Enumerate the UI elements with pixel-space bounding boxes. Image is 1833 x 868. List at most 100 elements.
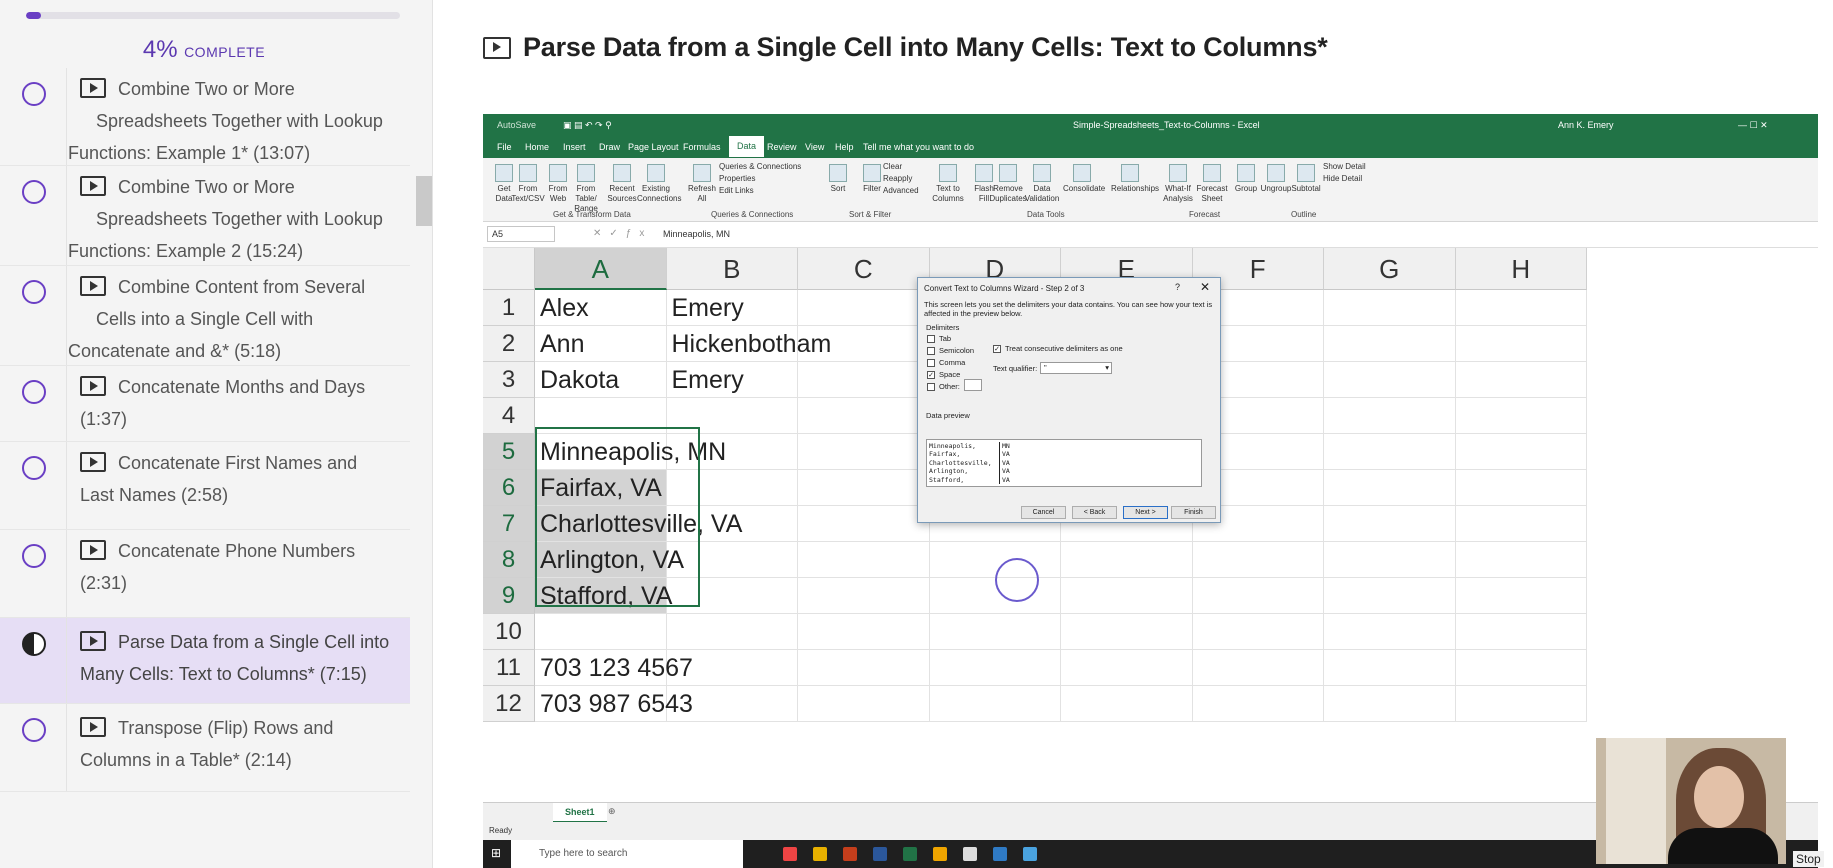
row-header[interactable]: 11 <box>483 650 535 686</box>
cell[interactable] <box>535 614 667 650</box>
cell[interactable] <box>1455 398 1587 434</box>
cell[interactable] <box>666 506 798 542</box>
checkbox-icon[interactable] <box>927 382 935 391</box>
cell[interactable] <box>798 290 930 326</box>
ribbon-button[interactable]: Forecast Sheet <box>1193 160 1231 204</box>
ribbon-small-button[interactable]: Clear <box>883 162 902 172</box>
cell[interactable]: Hickenbotham <box>666 326 831 362</box>
ribbon-small-button[interactable]: Hide Detail <box>1323 174 1362 184</box>
cancel-button[interactable]: Cancel <box>1021 506 1066 519</box>
cell[interactable] <box>1324 362 1456 398</box>
cell[interactable] <box>1455 578 1587 614</box>
lesson-item[interactable]: Concatenate Months and Days (1:37) <box>0 366 410 442</box>
cell[interactable] <box>798 578 930 614</box>
cell[interactable] <box>1455 434 1587 470</box>
folder-icon[interactable] <box>813 847 827 861</box>
menu-tab-insert[interactable]: Insert <box>563 142 586 152</box>
cell[interactable] <box>1455 686 1587 722</box>
lesson-item[interactable]: Parse Data from a Single Cell into Many C… <box>0 618 410 704</box>
ribbon-button[interactable]: Recent Sources <box>603 160 641 204</box>
taskbar-search[interactable]: Type here to search <box>511 840 743 868</box>
cell[interactable] <box>798 686 930 722</box>
cell[interactable]: Minneapolis, MN <box>535 434 726 470</box>
next-button[interactable]: Next > <box>1123 506 1168 519</box>
cell[interactable]: Charlottesville, VA <box>535 506 742 542</box>
cell[interactable]: Arlington, VA <box>535 542 684 578</box>
cell[interactable] <box>1455 326 1587 362</box>
cell[interactable] <box>1192 542 1324 578</box>
app-icon[interactable] <box>963 847 977 861</box>
lesson-item[interactable]: Combine Content from Several Cells into a… <box>0 266 410 366</box>
checkbox-icon[interactable]: ✓ <box>993 344 1001 353</box>
ribbon-button[interactable]: Remove Duplicates <box>989 160 1027 204</box>
checkbox-icon[interactable] <box>927 346 935 355</box>
cell[interactable]: 703 987 6543 <box>535 686 693 722</box>
menu-tab-view[interactable]: View <box>805 142 824 152</box>
cell[interactable] <box>1061 578 1193 614</box>
windows-start-icon[interactable]: ⊞ <box>491 846 501 860</box>
column-header[interactable]: G <box>1324 248 1456 290</box>
finish-button[interactable]: Finish <box>1171 506 1216 519</box>
cell[interactable] <box>666 614 798 650</box>
data-preview[interactable]: Minneapolis, Fairfax, Charlottesville, Arli… <box>926 439 1202 487</box>
ribbon-button[interactable]: Consolidate <box>1063 160 1105 194</box>
cell[interactable] <box>1324 326 1456 362</box>
checkbox-icon[interactable] <box>927 358 935 367</box>
user-name[interactable]: Ann K. Emery <box>1558 120 1614 130</box>
sidebar-scrollbar[interactable] <box>416 176 432 226</box>
menu-tab-home[interactable]: Home <box>525 142 549 152</box>
row-header[interactable]: 4 <box>483 398 535 434</box>
cell[interactable] <box>1324 686 1456 722</box>
cell[interactable] <box>535 398 667 434</box>
word-icon[interactable] <box>873 847 887 861</box>
add-sheet-icon[interactable]: ⊕ <box>608 806 616 817</box>
cell[interactable] <box>929 650 1061 686</box>
cell[interactable] <box>1324 290 1456 326</box>
delimiter-checkbox-other[interactable]: Other: <box>927 382 960 391</box>
sheet-tab[interactable]: Sheet1 <box>553 803 607 823</box>
close-icon[interactable]: ✕ <box>1200 280 1210 294</box>
menu-tab-page-layout[interactable]: Page Layout <box>628 142 679 152</box>
column-header[interactable]: B <box>666 248 798 290</box>
lesson-item[interactable]: Concatenate First Names and Last Names (2… <box>0 442 410 530</box>
cell[interactable] <box>798 434 930 470</box>
menu-tab-help[interactable]: Help <box>835 142 854 152</box>
powerpoint-icon[interactable] <box>843 847 857 861</box>
cell[interactable] <box>1324 434 1456 470</box>
cell[interactable]: Fairfax, VA <box>535 470 667 506</box>
stop-button[interactable]: Stop <box>1793 851 1824 867</box>
lesson-item[interactable]: Combine Two or More Spreadsheets Together… <box>0 166 410 266</box>
help-icon[interactable]: ? <box>1175 282 1180 292</box>
cell[interactable]: Emery <box>666 362 798 398</box>
row-header[interactable]: 2 <box>483 326 535 362</box>
row-header[interactable]: 12 <box>483 686 535 722</box>
cell[interactable] <box>1455 614 1587 650</box>
cell[interactable] <box>1455 506 1587 542</box>
ribbon-button[interactable]: What-If Analysis <box>1159 160 1197 204</box>
row-header[interactable]: 8 <box>483 542 535 578</box>
text-qualifier-select[interactable]: " ▾ <box>1040 362 1112 374</box>
lesson-item[interactable]: Combine Two or More Spreadsheets Together… <box>0 68 410 166</box>
cell[interactable] <box>1192 614 1324 650</box>
cell[interactable] <box>798 326 930 362</box>
ribbon-button[interactable]: Existing Connections <box>637 160 681 204</box>
cell[interactable] <box>1324 542 1456 578</box>
cell[interactable]: Stafford, VA <box>535 578 672 614</box>
delimiter-checkbox-semicolon[interactable]: Semicolon <box>927 346 974 355</box>
column-header[interactable]: C <box>798 248 930 290</box>
cell[interactable] <box>666 650 798 686</box>
menu-tab-file[interactable]: File <box>497 142 512 152</box>
ribbon-small-button[interactable]: Properties <box>719 174 755 184</box>
column-header[interactable]: H <box>1455 248 1587 290</box>
row-header[interactable]: 9 <box>483 578 535 614</box>
cell[interactable] <box>1455 290 1587 326</box>
quick-access-icons[interactable]: ▣ ▤ ↶ ↷ ⚲ <box>563 120 612 131</box>
delimiter-checkbox-comma[interactable]: Comma <box>927 358 965 367</box>
cell[interactable] <box>798 542 930 578</box>
lesson-item[interactable]: Transpose (Flip) Rows and Columns in a Ta… <box>0 704 410 792</box>
cell[interactable] <box>666 686 798 722</box>
row-header[interactable]: 3 <box>483 362 535 398</box>
ribbon-button[interactable]: Text to Columns <box>929 160 967 204</box>
menu-tab-draw[interactable]: Draw <box>599 142 620 152</box>
ribbon-button[interactable]: Subtotal <box>1287 160 1325 194</box>
